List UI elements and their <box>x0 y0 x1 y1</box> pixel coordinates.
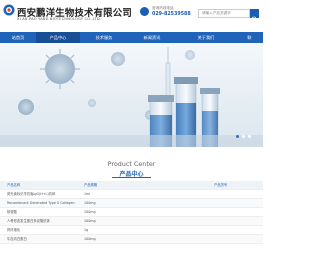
product-name[interactable]: 牛血清白蛋白 <box>7 235 79 243</box>
banner-dot[interactable] <box>242 135 245 138</box>
product-spec: 100mg <box>84 237 96 241</box>
search-input[interactable]: 请输入产品关键字 <box>198 9 250 18</box>
hotline-number: 029-82539588 <box>152 12 191 17</box>
search-icon <box>251 16 258 23</box>
nav-item-contact[interactable]: 联 <box>236 32 263 43</box>
product-spec: 100mg <box>84 210 96 214</box>
product-name[interactable]: 核苷酸 <box>7 208 79 216</box>
section-title-en: Product Center <box>107 160 156 168</box>
nav-item-tech-service[interactable]: 技术服务 <box>80 32 128 43</box>
product-spec: 1ml <box>84 192 91 196</box>
product-name[interactable]: 荧光素标记羊抗兔IgG(H+L)抗体 <box>7 190 79 198</box>
main-nav: 站首页 产品中心 技术服务 新闻资讯 关于我们 联 <box>0 32 263 43</box>
section-divider <box>112 177 151 178</box>
product-name[interactable]: 人骨形态发生蛋白多克隆抗体 <box>7 217 79 225</box>
search-button[interactable] <box>250 9 259 23</box>
phone-icon <box>140 7 149 16</box>
header-product-name: 产品名称 <box>7 183 21 187</box>
banner-image <box>0 47 263 147</box>
site-header: 西安鹏洋生物技术有限公司 XI AN PAO YANG BIOTECHNOLOG… <box>0 0 263 32</box>
table-header-row: 产品名称 产品规格 产品货号 <box>0 181 263 190</box>
company-logo-icon <box>3 4 15 16</box>
nav-item-news[interactable]: 新闻资讯 <box>128 32 176 43</box>
table-row[interactable]: 肝纤维化 1g <box>0 226 263 235</box>
product-name[interactable]: 肝纤维化 <box>7 226 79 234</box>
table-row[interactable]: Recombinant Generated Type X Collagen 10… <box>0 199 263 208</box>
header-sku: 产品货号 <box>214 183 228 187</box>
syringe-icon <box>163 47 173 100</box>
nav-item-home[interactable]: 站首页 <box>0 32 36 43</box>
header-spec: 产品规格 <box>84 183 98 187</box>
product-spec: 1g <box>84 228 89 232</box>
banner-dot[interactable] <box>248 135 251 138</box>
table-row[interactable]: 人骨形态发生蛋白多克隆抗体 100mg <box>0 217 263 226</box>
hotline-label: 咨询热线电话 <box>152 6 174 10</box>
product-name[interactable]: Recombinant Generated Type X Collagen <box>7 199 79 207</box>
banner-dot[interactable] <box>236 135 239 138</box>
product-spec: 100mg <box>84 219 96 223</box>
product-spec: 100mg <box>84 201 96 205</box>
nav-item-products[interactable]: 产品中心 <box>36 32 80 43</box>
table-row[interactable]: 牛血清白蛋白 100mg <box>0 235 263 244</box>
product-table: 产品名称 产品规格 产品货号 荧光素标记羊抗兔IgG(H+L)抗体 1ml Re… <box>0 181 263 244</box>
hero-banner[interactable] <box>0 43 263 147</box>
table-row[interactable]: 核苷酸 100mg <box>0 208 263 217</box>
table-row[interactable]: 荧光素标记羊抗兔IgG(H+L)抗体 1ml <box>0 190 263 199</box>
nav-item-about[interactable]: 关于我们 <box>176 32 236 43</box>
company-name-en: XI AN PAO YANG BIOTECHNOLOGY CO.,LTD. <box>17 17 102 21</box>
banner-pagination <box>233 123 251 142</box>
